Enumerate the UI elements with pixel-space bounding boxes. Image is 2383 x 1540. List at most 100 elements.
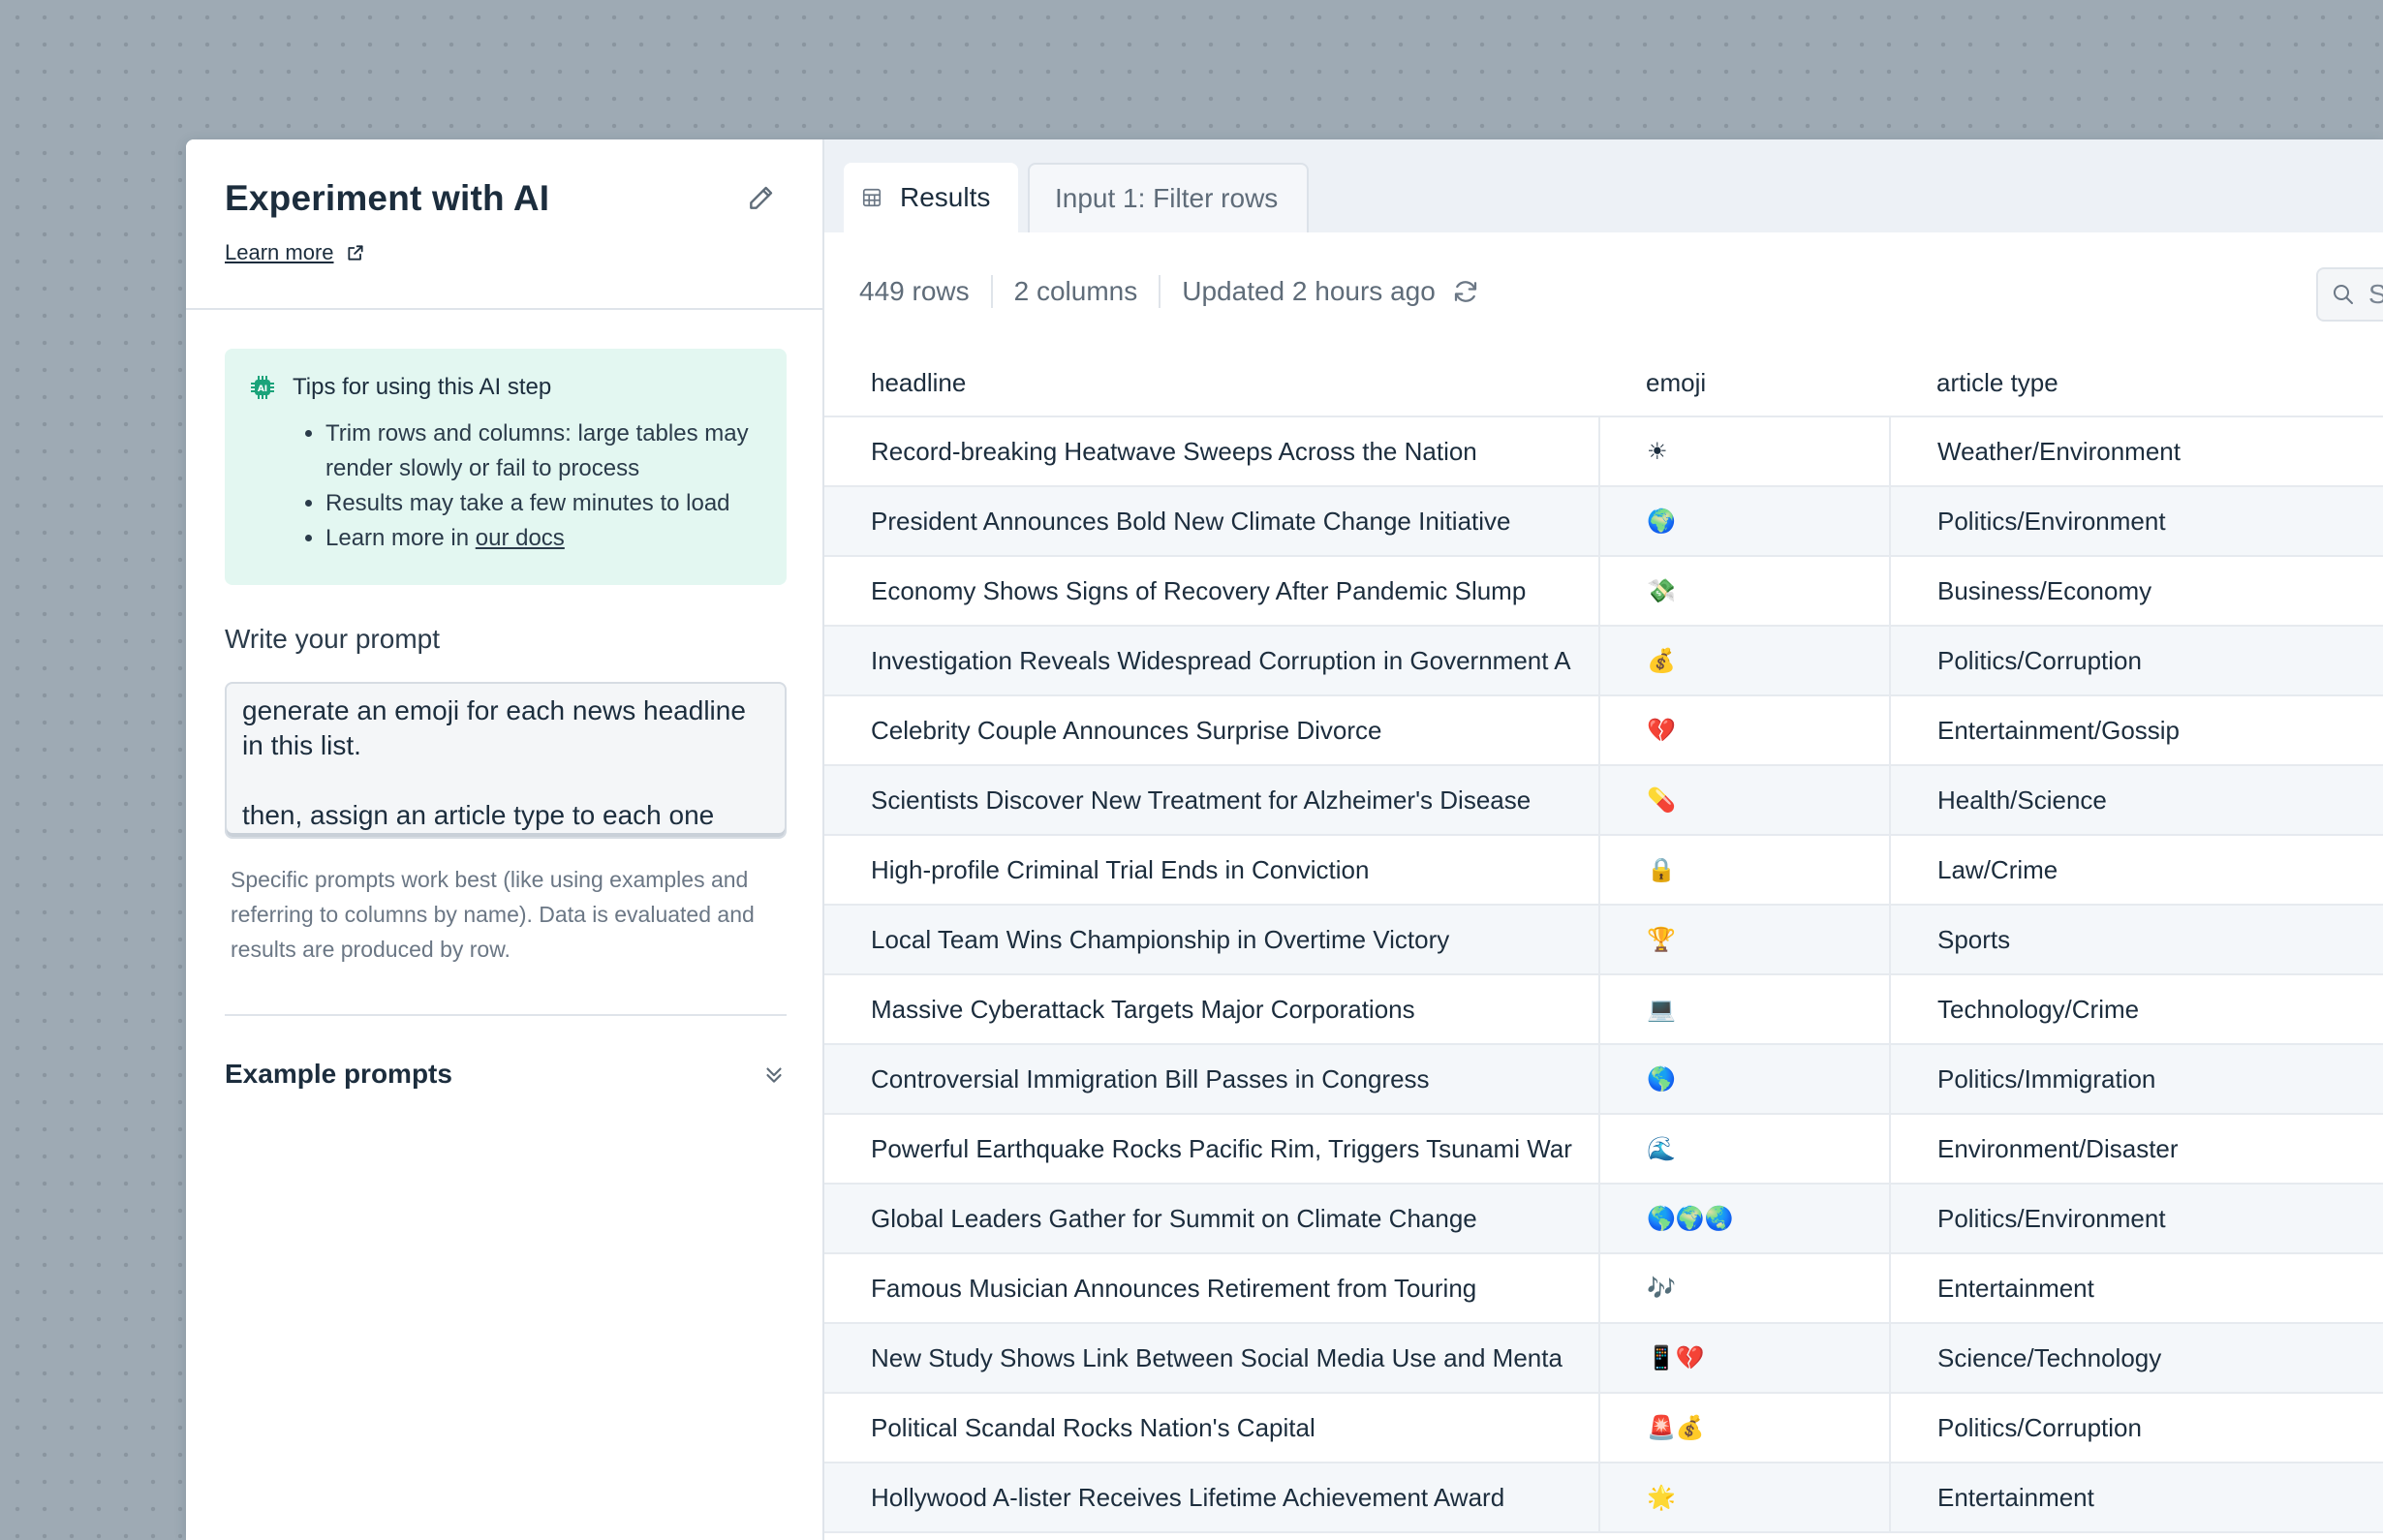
cell-emoji[interactable]: ☀ xyxy=(1598,416,1891,487)
cell-headline[interactable]: Celebrity Couple Announces Surprise Divo… xyxy=(824,695,1599,766)
refresh-icon[interactable] xyxy=(1451,277,1480,306)
svg-text:AI: AI xyxy=(258,385,267,394)
cell-headline[interactable]: Economy Shows Signs of Recovery After Pa… xyxy=(824,556,1599,627)
prompt-label: Write your prompt xyxy=(225,624,440,654)
table-row[interactable]: Massive Cyberattack Targets Major Corpor… xyxy=(824,974,2383,1045)
divider xyxy=(225,1014,787,1016)
column-header-headline[interactable]: headline xyxy=(824,351,1599,417)
search-icon xyxy=(2334,285,2353,304)
ai-step-panel: Experiment with AI Learn more AI Tips fo… xyxy=(186,139,824,1540)
cell-emoji[interactable]: 📱💔 xyxy=(1598,1323,1891,1394)
cell-article-type[interactable]: Health/Science xyxy=(1890,765,2383,836)
cell-article-type[interactable]: Politics/Environment xyxy=(1890,1184,2383,1254)
table-row[interactable]: High-profile Criminal Trial Ends in Conv… xyxy=(824,835,2383,906)
table-row[interactable]: Record-breaking Heatwave Sweeps Across t… xyxy=(824,416,2383,487)
table-row[interactable]: Investigation Reveals Widespread Corrupt… xyxy=(824,626,2383,696)
cell-emoji[interactable]: 🌟 xyxy=(1598,1463,1891,1533)
table-icon xyxy=(862,188,882,207)
panel-title: Experiment with AI xyxy=(225,178,550,218)
cell-headline[interactable]: Investigation Reveals Widespread Corrupt… xyxy=(824,626,1599,696)
table-row[interactable]: Scientists Discover New Treatment for Al… xyxy=(824,765,2383,836)
cell-headline[interactable]: Controversial Immigration Bill Passes in… xyxy=(824,1044,1599,1115)
cell-emoji[interactable]: 🌍 xyxy=(1598,486,1891,557)
cell-headline[interactable]: Global Leaders Gather for Summit on Clim… xyxy=(824,1184,1599,1254)
table-row[interactable]: Celebrity Couple Announces Surprise Divo… xyxy=(824,695,2383,766)
learn-more-link[interactable]: Learn more xyxy=(225,240,365,265)
cell-article-type[interactable]: Weather/Environment xyxy=(1890,416,2383,487)
cell-article-type[interactable]: Science/Technology xyxy=(1890,1323,2383,1394)
results-table: headline emoji article type Record-break… xyxy=(824,351,2383,1533)
cell-emoji[interactable]: 🚨💰 xyxy=(1598,1393,1891,1463)
table-row[interactable]: Local Team Wins Championship in Overtime… xyxy=(824,905,2383,975)
cell-emoji[interactable]: 🌎 xyxy=(1598,1044,1891,1115)
search-input[interactable] xyxy=(2368,279,2383,310)
separator xyxy=(990,275,993,308)
table-row[interactable]: Controversial Immigration Bill Passes in… xyxy=(824,1044,2383,1115)
cell-article-type[interactable]: Sports xyxy=(1890,905,2383,975)
table-row[interactable]: Political Scandal Rocks Nation's Capital… xyxy=(824,1393,2383,1463)
cell-headline[interactable]: Powerful Earthquake Rocks Pacific Rim, T… xyxy=(824,1114,1599,1185)
cell-article-type[interactable]: Technology/Crime xyxy=(1890,974,2383,1045)
table-row[interactable]: Economy Shows Signs of Recovery After Pa… xyxy=(824,556,2383,627)
cell-headline[interactable]: Local Team Wins Championship in Overtime… xyxy=(824,905,1599,975)
cell-emoji[interactable]: 💻 xyxy=(1598,974,1891,1045)
example-prompts-toggle[interactable]: Example prompts xyxy=(225,1050,787,1098)
tip-item: Trim rows and columns: large tables may … xyxy=(325,416,787,486)
tab-bar: Results Input 1: Filter rows xyxy=(824,139,2383,232)
cell-emoji[interactable]: 🔒 xyxy=(1598,835,1891,906)
cell-article-type[interactable]: Politics/Corruption xyxy=(1890,626,2383,696)
cell-headline[interactable]: Scientists Discover New Treatment for Al… xyxy=(824,765,1599,836)
table-row[interactable]: New Study Shows Link Between Social Medi… xyxy=(824,1323,2383,1394)
table-row[interactable]: President Announces Bold New Climate Cha… xyxy=(824,486,2383,557)
example-prompts-label: Example prompts xyxy=(225,1059,452,1089)
tips-heading: Tips for using this AI step xyxy=(293,374,552,400)
table-row[interactable]: Famous Musician Announces Retirement fro… xyxy=(824,1253,2383,1324)
cell-headline[interactable]: Massive Cyberattack Targets Major Corpor… xyxy=(824,974,1599,1045)
table-row[interactable]: Hollywood A-lister Receives Lifetime Ach… xyxy=(824,1463,2383,1533)
cell-article-type[interactable]: Business/Economy xyxy=(1890,556,2383,627)
cell-headline[interactable]: Record-breaking Heatwave Sweeps Across t… xyxy=(824,416,1599,487)
cell-emoji[interactable]: 🏆 xyxy=(1598,905,1891,975)
cell-emoji[interactable]: 💊 xyxy=(1598,765,1891,836)
column-header-emoji[interactable]: emoji xyxy=(1599,351,1890,417)
tips-heading-row: AI Tips for using this AI step xyxy=(250,374,787,401)
cell-emoji[interactable]: 🌊 xyxy=(1598,1114,1891,1185)
cell-article-type[interactable]: Politics/Environment xyxy=(1890,486,2383,557)
cell-headline[interactable]: Famous Musician Announces Retirement fro… xyxy=(824,1253,1599,1324)
cell-headline[interactable]: New Study Shows Link Between Social Medi… xyxy=(824,1323,1599,1394)
cell-headline[interactable]: Political Scandal Rocks Nation's Capital xyxy=(824,1393,1599,1463)
cell-emoji[interactable]: 💰 xyxy=(1598,626,1891,696)
prompt-helper-text: Specific prompts work best (like using e… xyxy=(231,867,755,962)
learn-more-label: Learn more xyxy=(225,240,334,264)
docs-link[interactable]: our docs xyxy=(476,525,565,551)
table-row[interactable]: Global Leaders Gather for Summit on Clim… xyxy=(824,1184,2383,1254)
tips-box: AI Tips for using this AI step Trim rows… xyxy=(225,349,787,585)
cell-emoji[interactable]: 💔 xyxy=(1598,695,1891,766)
row-count: 449 rows xyxy=(859,276,970,306)
tips-list: Trim rows and columns: large tables may … xyxy=(325,416,787,556)
cell-headline[interactable]: High-profile Criminal Trial Ends in Conv… xyxy=(824,835,1599,906)
prompt-textarea[interactable]: generate an emoji for each news headline… xyxy=(225,682,787,839)
panel-header: Experiment with AI Learn more xyxy=(186,139,822,310)
cell-article-type[interactable]: Entertainment xyxy=(1890,1253,2383,1324)
cell-headline[interactable]: Hollywood A-lister Receives Lifetime Ach… xyxy=(824,1463,1599,1533)
cell-article-type[interactable]: Entertainment xyxy=(1890,1463,2383,1533)
cell-headline[interactable]: President Announces Bold New Climate Cha… xyxy=(824,486,1599,557)
column-count: 2 columns xyxy=(1013,276,1138,306)
search-box[interactable] xyxy=(2316,267,2383,322)
tab-filter-label: Input 1: Filter rows xyxy=(1055,183,1279,213)
separator xyxy=(1159,275,1161,308)
cell-article-type[interactable]: Entertainment/Gossip xyxy=(1890,695,2383,766)
cell-article-type[interactable]: Environment/Disaster xyxy=(1890,1114,2383,1185)
table-row[interactable]: Powerful Earthquake Rocks Pacific Rim, T… xyxy=(824,1114,2383,1185)
tab-input-filter-rows[interactable]: Input 1: Filter rows xyxy=(1028,163,1309,232)
cell-emoji[interactable]: 🌎🌍🌏 xyxy=(1598,1184,1891,1254)
cell-emoji[interactable]: 💸 xyxy=(1598,556,1891,627)
column-header-article-type[interactable]: article type xyxy=(1890,351,2383,417)
cell-emoji[interactable]: 🎶 xyxy=(1598,1253,1891,1324)
cell-article-type[interactable]: Law/Crime xyxy=(1890,835,2383,906)
cell-article-type[interactable]: Politics/Corruption xyxy=(1890,1393,2383,1463)
pencil-icon[interactable] xyxy=(746,182,777,213)
tab-results[interactable]: Results xyxy=(844,163,1018,232)
cell-article-type[interactable]: Politics/Immigration xyxy=(1890,1044,2383,1115)
